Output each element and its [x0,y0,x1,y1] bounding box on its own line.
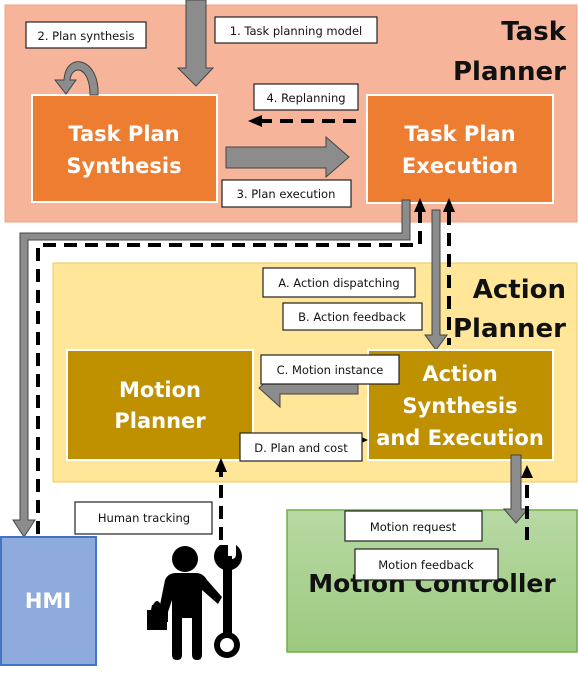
hmi-label: HMI [25,589,71,613]
motion-feedback-label: Motion feedback [378,558,474,572]
task-plan-execution-box [366,94,554,204]
motion-planner-box [66,349,254,461]
task-plan-synthesis-line1: Task Plan [68,122,179,146]
task-plan-execution-line2: Execution [402,154,518,178]
action-synthesis-line3: and Execution [376,426,544,450]
task-planner-title-line1: Task [501,17,566,47]
plan-and-cost-label: D. Plan and cost [254,441,348,455]
motion-planner-line2: Planner [114,409,206,433]
action-synthesis-line2: Synthesis [402,394,517,418]
task-plan-synthesis-line2: Synthesis [66,154,181,178]
replanning-label: 4. Replanning [266,91,345,105]
architecture-diagram: Task Planner Task Plan Synthesis Task Pl… [0,0,578,666]
task-planner-title-line2: Planner [453,57,566,87]
action-planner-title-line1: Action [473,275,566,305]
task-planning-model-label: 1. Task planning model [230,24,362,38]
task-plan-synthesis-box [31,94,218,203]
action-feedback-label: B. Action feedback [298,310,406,324]
action-dispatching-label: A. Action dispatching [278,276,399,290]
task-plan-execution-line1: Task Plan [404,122,515,146]
action-planner-title-line2: Planner [453,314,566,344]
motion-planner-line1: Motion [119,378,201,402]
plan-synthesis-label: 2. Plan synthesis [38,29,135,43]
plan-execution-label: 3. Plan execution [237,187,336,201]
action-synthesis-line1: Action [422,362,497,386]
motion-instance-label: C. Motion instance [277,363,384,377]
motion-request-label: Motion request [370,520,457,534]
human-tracking-label: Human tracking [98,511,190,525]
worker-with-wrench-icon [147,545,242,660]
